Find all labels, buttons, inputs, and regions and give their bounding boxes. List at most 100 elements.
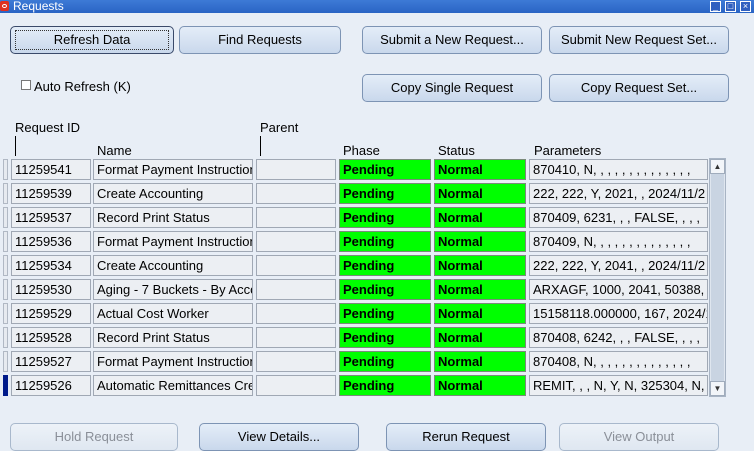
- parameters-cell[interactable]: 222, 222, Y, 2021, , 2024/11/2: [529, 183, 708, 204]
- view-output-button[interactable]: View Output: [559, 423, 719, 451]
- submit-new-request-set-button[interactable]: Submit New Request Set...: [549, 26, 729, 54]
- name-cell[interactable]: Format Payment Instructions: [93, 351, 253, 372]
- header-divider: [15, 136, 16, 156]
- header-parent: Parent: [260, 120, 299, 135]
- parameters-cell[interactable]: 870408, N, , , , , , , , , , , , , ,: [529, 351, 708, 372]
- hold-request-button[interactable]: Hold Request: [10, 423, 178, 451]
- row-selector[interactable]: [3, 159, 8, 180]
- status-cell[interactable]: Normal: [434, 231, 526, 252]
- status-cell[interactable]: Normal: [434, 159, 526, 180]
- request-id-cell[interactable]: 11259534: [11, 255, 91, 276]
- phase-cell[interactable]: Pending: [339, 327, 431, 348]
- name-cell[interactable]: Aging - 7 Buckets - By Account: [93, 279, 253, 300]
- status-cell[interactable]: Normal: [434, 183, 526, 204]
- header-request-id: Request ID: [15, 120, 81, 135]
- request-id-cell[interactable]: 11259527: [11, 351, 91, 372]
- request-id-cell[interactable]: 11259529: [11, 303, 91, 324]
- parameters-cell[interactable]: 222, 222, Y, 2041, , 2024/11/2: [529, 255, 708, 276]
- refresh-data-button[interactable]: Refresh Data: [10, 26, 174, 54]
- copy-request-set-button[interactable]: Copy Request Set...: [549, 74, 729, 102]
- status-cell[interactable]: Normal: [434, 303, 526, 324]
- request-id-cell[interactable]: 11259541: [11, 159, 91, 180]
- name-cell[interactable]: Format Payment Instructions: [93, 159, 253, 180]
- auto-refresh-label: Auto Refresh (K): [34, 79, 131, 94]
- status-cell[interactable]: Normal: [434, 327, 526, 348]
- parent-cell[interactable]: [256, 231, 336, 252]
- phase-cell[interactable]: Pending: [339, 255, 431, 276]
- row-selector[interactable]: [3, 207, 8, 228]
- row-selector[interactable]: [3, 231, 8, 252]
- title-bar: Requests _ □ ×: [0, 0, 754, 13]
- name-cell[interactable]: Create Accounting: [93, 183, 253, 204]
- row-selector[interactable]: [3, 303, 8, 324]
- minimize-icon[interactable]: _: [710, 1, 721, 12]
- close-icon[interactable]: ×: [740, 1, 751, 12]
- parameters-cell[interactable]: 870409, 6231, , , FALSE, , , ,: [529, 207, 708, 228]
- request-id-cell[interactable]: 11259537: [11, 207, 91, 228]
- parameters-cell[interactable]: 870408, 6242, , , FALSE, , , ,: [529, 327, 708, 348]
- request-id-cell[interactable]: 11259528: [11, 327, 91, 348]
- parent-cell[interactable]: [256, 159, 336, 180]
- row-selector[interactable]: [3, 279, 8, 300]
- scroll-up-icon[interactable]: ▲: [710, 159, 725, 174]
- name-cell[interactable]: Actual Cost Worker: [93, 303, 253, 324]
- copy-single-request-button[interactable]: Copy Single Request: [362, 74, 542, 102]
- parameters-cell[interactable]: REMIT, , , N, Y, N, 325304, N,: [529, 375, 708, 396]
- status-cell[interactable]: Normal: [434, 207, 526, 228]
- status-cell[interactable]: Normal: [434, 279, 526, 300]
- parameters-cell[interactable]: 870410, N, , , , , , , , , , , , , ,: [529, 159, 708, 180]
- name-cell[interactable]: Format Payment Instructions: [93, 231, 253, 252]
- request-id-cell[interactable]: 11259539: [11, 183, 91, 204]
- parent-cell[interactable]: [256, 351, 336, 372]
- phase-cell[interactable]: Pending: [339, 303, 431, 324]
- name-cell[interactable]: Automatic Remittances Creation: [93, 375, 253, 396]
- parent-cell[interactable]: [256, 279, 336, 300]
- name-cell[interactable]: Record Print Status: [93, 207, 253, 228]
- scroll-down-icon[interactable]: ▼: [710, 381, 725, 396]
- parent-cell[interactable]: [256, 303, 336, 324]
- phase-cell[interactable]: Pending: [339, 279, 431, 300]
- name-cell[interactable]: Create Accounting: [93, 255, 253, 276]
- window-title: Requests: [13, 0, 64, 13]
- parameters-cell[interactable]: 15158118.000000, 167, 2024/1: [529, 303, 708, 324]
- phase-cell[interactable]: Pending: [339, 375, 431, 396]
- phase-cell[interactable]: Pending: [339, 231, 431, 252]
- maximize-icon[interactable]: □: [725, 1, 736, 12]
- parameters-cell[interactable]: ARXAGF, 1000, 2041, 50388,: [529, 279, 708, 300]
- submit-new-request-button[interactable]: Submit a New Request...: [362, 26, 542, 54]
- app-icon: [0, 1, 9, 11]
- status-cell[interactable]: Normal: [434, 255, 526, 276]
- header-name: Name: [97, 143, 132, 158]
- row-selector[interactable]: [3, 327, 8, 348]
- row-selector[interactable]: [3, 183, 8, 204]
- header-divider: [260, 136, 261, 156]
- phase-cell[interactable]: Pending: [339, 351, 431, 372]
- auto-refresh-checkbox[interactable]: [21, 80, 31, 90]
- name-cell[interactable]: Record Print Status: [93, 327, 253, 348]
- header-phase: Phase: [343, 143, 380, 158]
- phase-cell[interactable]: Pending: [339, 207, 431, 228]
- row-selector[interactable]: [3, 375, 8, 396]
- parent-cell[interactable]: [256, 207, 336, 228]
- status-cell[interactable]: Normal: [434, 375, 526, 396]
- parent-cell[interactable]: [256, 255, 336, 276]
- header-status: Status: [438, 143, 475, 158]
- vertical-scrollbar[interactable]: ▲ ▼: [709, 158, 726, 397]
- parameters-cell[interactable]: 870409, N, , , , , , , , , , , , , ,: [529, 231, 708, 252]
- row-selector[interactable]: [3, 255, 8, 276]
- request-id-cell[interactable]: 11259536: [11, 231, 91, 252]
- phase-cell[interactable]: Pending: [339, 159, 431, 180]
- parent-cell[interactable]: [256, 375, 336, 396]
- parent-cell[interactable]: [256, 327, 336, 348]
- scroll-thumb[interactable]: [711, 174, 724, 381]
- request-id-cell[interactable]: 11259526: [11, 375, 91, 396]
- row-selector[interactable]: [3, 351, 8, 372]
- find-requests-button[interactable]: Find Requests: [179, 26, 341, 54]
- request-id-cell[interactable]: 11259530: [11, 279, 91, 300]
- header-parameters: Parameters: [534, 143, 602, 158]
- phase-cell[interactable]: Pending: [339, 183, 431, 204]
- parent-cell[interactable]: [256, 183, 336, 204]
- status-cell[interactable]: Normal: [434, 351, 526, 372]
- view-details-button[interactable]: View Details...: [199, 423, 359, 451]
- rerun-request-button[interactable]: Rerun Request: [386, 423, 546, 451]
